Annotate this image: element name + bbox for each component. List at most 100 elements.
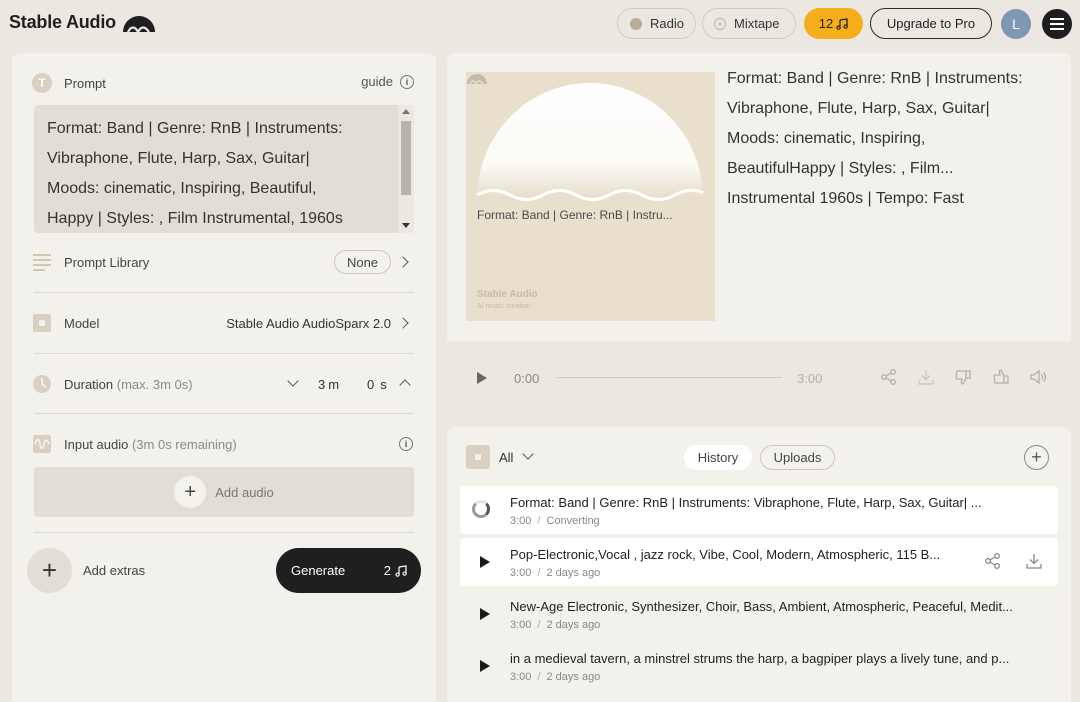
share-icon[interactable]: [880, 368, 898, 386]
prompt-library-value-pill[interactable]: None: [334, 250, 391, 274]
description-line: Vibraphone, Flute, Harp, Sax, Guitar|: [727, 100, 990, 117]
duration-increase-chevron-up-icon[interactable]: [399, 379, 411, 391]
input-audio-label: Input audio: [64, 437, 129, 452]
tab-uploads[interactable]: Uploads: [760, 445, 835, 470]
play-icon[interactable]: [480, 556, 490, 568]
model-label: Model: [64, 316, 100, 331]
history-item-duration: 3:00: [510, 567, 532, 579]
filter-dropdown[interactable]: All: [499, 450, 513, 465]
divider: [34, 413, 414, 414]
prompt-line: Format: Band | Genre: RnB | Instruments:: [47, 120, 343, 137]
generation-panel: T Prompt guide i Format: Band | Genre: R…: [12, 53, 436, 702]
input-audio-hint: (3m 0s remaining): [131, 437, 237, 452]
thumbs-up-icon[interactable]: [992, 368, 1010, 386]
add-audio-button[interactable]: + Add audio: [34, 467, 414, 517]
top-bar: Stable Audio Radio Mixtape 12 Upgrade to…: [0, 0, 1080, 48]
progress-track[interactable]: [557, 377, 782, 378]
waveform-icon: [33, 435, 51, 453]
history-item-duration: 3:00: [510, 671, 532, 683]
cover-caption: Format: Band | Genre: RnB | Instru...: [477, 208, 673, 222]
player-panel: Format: Band | Genre: RnB | Instru... St…: [447, 53, 1071, 415]
prompt-text: Format: Band | Genre: RnB | Instruments:…: [47, 114, 392, 233]
history-item-title: Pop-Electronic,Vocal , jazz rock, Vibe, …: [510, 547, 941, 562]
duration-label: Duration: [64, 377, 114, 392]
add-audio-label: Add audio: [215, 484, 274, 500]
duration-minutes[interactable]: 3m: [318, 377, 339, 392]
play-icon[interactable]: [477, 372, 487, 384]
scrollbar-thumb[interactable]: [401, 121, 411, 195]
credits-count: 12: [818, 16, 834, 31]
input-audio-info-icon[interactable]: i: [399, 437, 413, 451]
credits-badge[interactable]: 12: [804, 8, 863, 39]
history-item[interactable]: Format: Band | Genre: RnB | Instruments:…: [460, 486, 1058, 534]
cover-subtitle: AI music creation: [477, 303, 531, 310]
radio-button[interactable]: Radio: [617, 8, 696, 39]
prompt-line: Moods: cinematic, Inspiring, Beautiful,: [47, 180, 317, 197]
model-value[interactable]: Stable Audio AudioSparx 2.0: [226, 316, 391, 331]
prompt-line: Happy | Styles: , Film Instrumental, 196…: [47, 210, 343, 227]
history-item[interactable]: Pop-Electronic,Vocal , jazz rock, Vibe, …: [460, 538, 1058, 586]
add-extras-button[interactable]: +: [27, 548, 72, 593]
history-item[interactable]: New-Age Electronic, Synthesizer, Choir, …: [460, 590, 1058, 638]
meta-separator: /: [537, 619, 541, 631]
thumbs-down-icon[interactable]: [954, 368, 972, 386]
history-item[interactable]: in a medieval tavern, a minstrel strums …: [460, 642, 1058, 690]
history-item-duration: 3:00: [510, 619, 532, 631]
hamburger-icon: [1050, 18, 1064, 30]
user-avatar[interactable]: L: [1001, 9, 1031, 39]
duration-seconds[interactable]: 0s: [367, 377, 387, 392]
add-track-button[interactable]: +: [1024, 445, 1049, 470]
prompt-library-icon: [33, 254, 51, 271]
duration-label-group: Duration (max. 3m 0s): [64, 377, 193, 392]
play-icon[interactable]: [480, 608, 490, 620]
app-logo[interactable]: Stable Audio: [9, 12, 156, 33]
filter-chevron-down-icon[interactable]: [522, 448, 534, 460]
generate-cost-value: 2: [383, 563, 391, 578]
cover-art[interactable]: Format: Band | Genre: RnB | Instru... St…: [466, 72, 715, 321]
scroll-down-arrow-icon[interactable]: [402, 223, 410, 228]
mixtape-label: Mixtape: [734, 16, 780, 31]
music-note-icon: [836, 17, 849, 30]
cover-brand: Stable Audio: [477, 289, 538, 300]
filter-label: All: [499, 450, 514, 465]
generate-button[interactable]: Generate 2: [276, 548, 421, 593]
history-item-meta: 3:00 / 2 days ago: [510, 567, 600, 579]
mixtape-disc-icon: [714, 17, 726, 30]
clock-icon: [33, 375, 51, 393]
add-extras-label[interactable]: Add extras: [83, 563, 145, 578]
history-item-status: 2 days ago: [546, 619, 601, 631]
history-item-title: in a medieval tavern, a minstrel strums …: [510, 651, 1010, 666]
play-icon[interactable]: [480, 660, 490, 672]
download-icon[interactable]: [1025, 552, 1043, 570]
download-icon[interactable]: [917, 368, 935, 386]
history-item-status: 2 days ago: [546, 671, 601, 683]
duration-seconds-unit: s: [380, 377, 387, 392]
scroll-up-arrow-icon[interactable]: [402, 109, 410, 114]
guide-link[interactable]: guide i: [361, 74, 414, 89]
generate-label: Generate: [291, 563, 346, 578]
history-item-duration: 3:00: [510, 515, 532, 527]
mixtape-button[interactable]: Mixtape: [702, 8, 796, 39]
filter-icon[interactable]: [466, 445, 490, 469]
prompt-library-chevron-right-icon[interactable]: [397, 256, 409, 268]
upgrade-to-pro-button[interactable]: Upgrade to Pro: [870, 8, 992, 39]
input-audio-label-group: Input audio (3m 0s remaining): [64, 437, 237, 452]
text-prompt-icon: T: [32, 73, 52, 93]
prompt-scrollbar[interactable]: [398, 105, 414, 233]
duration-decrease-chevron-down-icon[interactable]: [287, 375, 299, 387]
description-line: BeautifulHappy | Styles: , Film...: [727, 160, 954, 177]
cover-logo-icon: [467, 74, 487, 84]
current-time: 0:00: [514, 371, 540, 386]
volume-icon[interactable]: [1029, 368, 1047, 386]
logo-waves-icon: [122, 15, 155, 33]
history-item-title: New-Age Electronic, Synthesizer, Choir, …: [510, 599, 1013, 614]
prompt-textarea[interactable]: Format: Band | Genre: RnB | Instruments:…: [34, 105, 414, 233]
track-description: Format: Band | Genre: RnB | Instruments:…: [727, 64, 1057, 214]
meta-separator: /: [537, 567, 541, 579]
history-item-status: Converting: [546, 515, 600, 527]
share-icon[interactable]: [984, 552, 1002, 570]
tab-history[interactable]: History: [684, 445, 752, 470]
menu-button[interactable]: [1042, 9, 1072, 39]
model-chevron-right-icon[interactable]: [397, 317, 409, 329]
divider: [34, 532, 414, 533]
